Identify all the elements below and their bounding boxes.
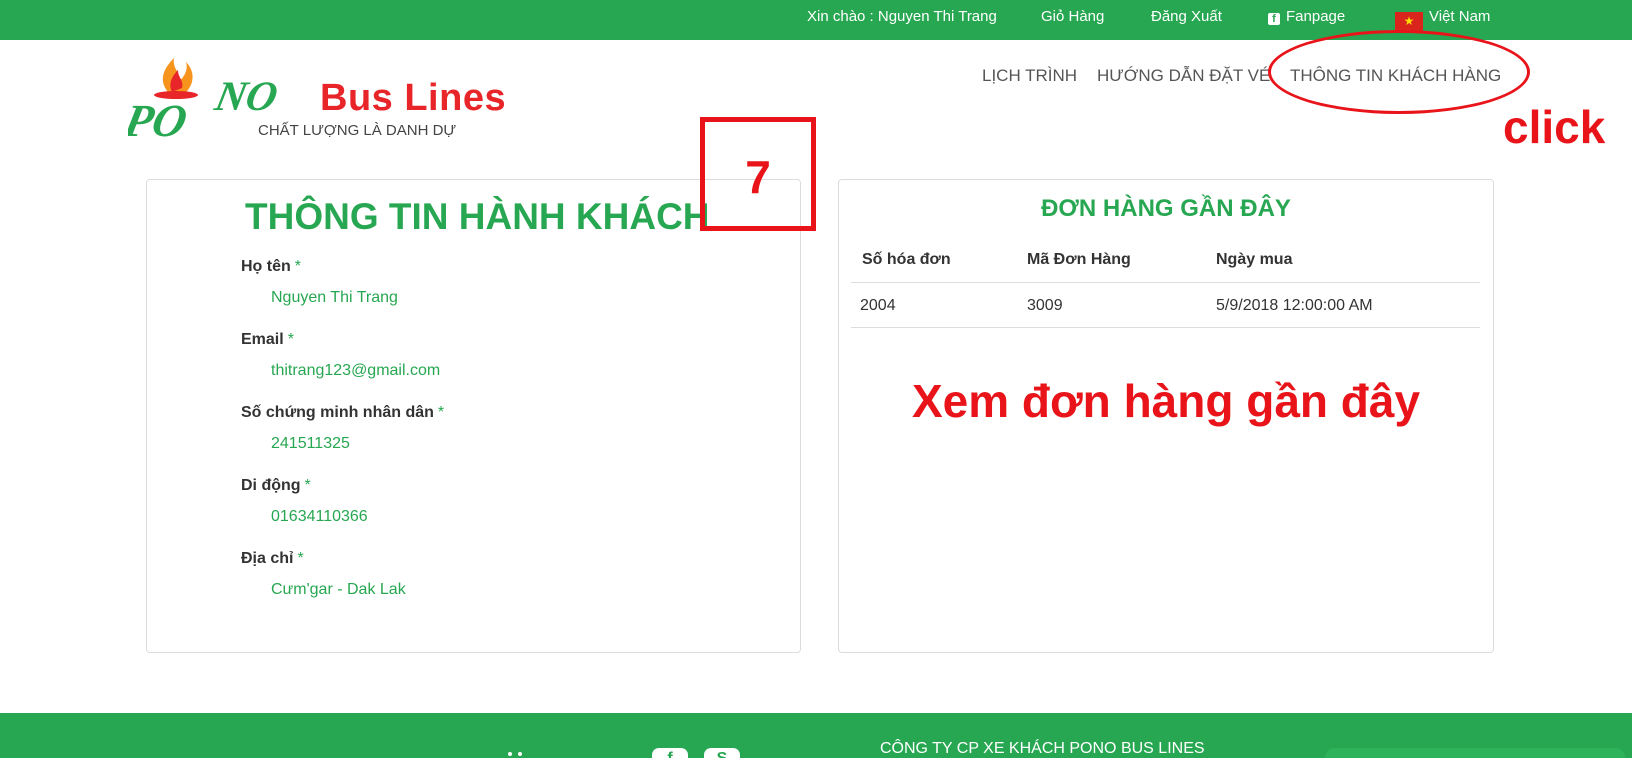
page: Xin chào : Nguyen Thi Trang Giỏ Hàng Đăn… — [0, 0, 1632, 758]
table-cell-order-code[interactable]: 3009 — [1027, 297, 1063, 315]
logo-brand-text: Bus Lines — [320, 77, 507, 119]
nav-item-schedule[interactable]: LỊCH TRÌNH — [982, 66, 1077, 86]
footer-dot — [508, 752, 512, 756]
logo-tagline: CHẤT LƯỢNG LÀ DANH DỰ — [258, 122, 457, 139]
field-value-fullname: Nguyen Thi Trang — [271, 289, 398, 306]
svg-text:NO: NO — [210, 73, 282, 119]
svg-text:PO: PO — [128, 96, 191, 145]
field-value-id-number: 241511325 — [271, 435, 350, 452]
field-label-email: Email * — [241, 331, 294, 349]
table-cell-invoice[interactable]: 2004 — [860, 297, 896, 315]
field-label-text: Địa chỉ — [241, 550, 294, 567]
required-mark: * — [287, 331, 294, 348]
footer-company-name: CÔNG TY CP XE KHÁCH PONO BUS LINES — [880, 740, 1205, 757]
recent-orders-title: ĐƠN HÀNG GẦN ĐÂY — [1041, 195, 1291, 222]
vietnam-flag-icon: ★ — [1395, 12, 1423, 31]
required-mark: * — [294, 258, 302, 275]
passenger-info-title: THÔNG TIN HÀNH KHÁCH — [245, 196, 710, 237]
annotation-click-oval — [1268, 30, 1530, 114]
field-label-fullname: Họ tên * — [241, 258, 301, 276]
field-label-text: Email — [241, 331, 284, 348]
facebook-icon[interactable]: f — [652, 748, 688, 758]
table-row-divider — [851, 327, 1480, 328]
nav-item-booking-guide[interactable]: HƯỚNG DẪN ĐẶT VÉ — [1097, 66, 1270, 86]
field-label-text: Họ tên — [241, 258, 291, 275]
annotation-note-text: Xem đơn hàng gần đây — [911, 375, 1421, 427]
facebook-icon: f — [1268, 13, 1280, 25]
field-label-mobile: Di động * — [241, 477, 311, 495]
skype-icon[interactable]: S — [704, 748, 740, 758]
column-header-order-code: Mã Đơn Hàng — [1027, 251, 1131, 268]
footer-dot — [518, 752, 522, 756]
column-header-invoice: Số hóa đơn — [862, 251, 951, 268]
field-label-address: Địa chỉ * — [241, 550, 304, 568]
field-value-address: Cưm'gar - Dak Lak — [271, 581, 406, 598]
cart-link[interactable]: Giỏ Hàng — [1041, 0, 1104, 40]
required-mark: * — [304, 477, 311, 494]
table-cell-purchase-date: 5/9/2018 12:00:00 AM — [1216, 297, 1373, 314]
greeting-text: Xin chào : Nguyen Thi Trang — [807, 8, 997, 25]
chat-widget-tab[interactable] — [1325, 748, 1625, 758]
annotation-click-text: click — [1503, 101, 1606, 153]
required-mark: * — [437, 404, 445, 421]
annotation-step-number: 7 — [745, 151, 771, 203]
field-label-id-number: Số chứng minh nhân dân * — [241, 404, 444, 422]
logout-link[interactable]: Đăng Xuất — [1151, 0, 1222, 40]
fanpage-label: Fanpage — [1286, 8, 1346, 25]
pono-logo[interactable]: PO NO Bus Lines CHẤT LƯỢNG LÀ DANH DỰ — [128, 50, 506, 145]
annotation-step-box: 7 — [700, 117, 816, 231]
field-label-text: Số chứng minh nhân dân — [241, 404, 434, 421]
language-label: Việt Nam — [1429, 8, 1491, 25]
field-label-text: Di động — [241, 477, 301, 494]
fanpage-link[interactable]: f Fanpage — [1268, 0, 1345, 40]
column-header-purchase-date: Ngày mua — [1216, 251, 1293, 268]
required-mark: * — [297, 550, 304, 567]
field-value-email: thitrang123@gmail.com — [271, 362, 441, 379]
field-value-mobile: 01634110366 — [271, 508, 368, 525]
table-header-divider — [851, 282, 1480, 283]
